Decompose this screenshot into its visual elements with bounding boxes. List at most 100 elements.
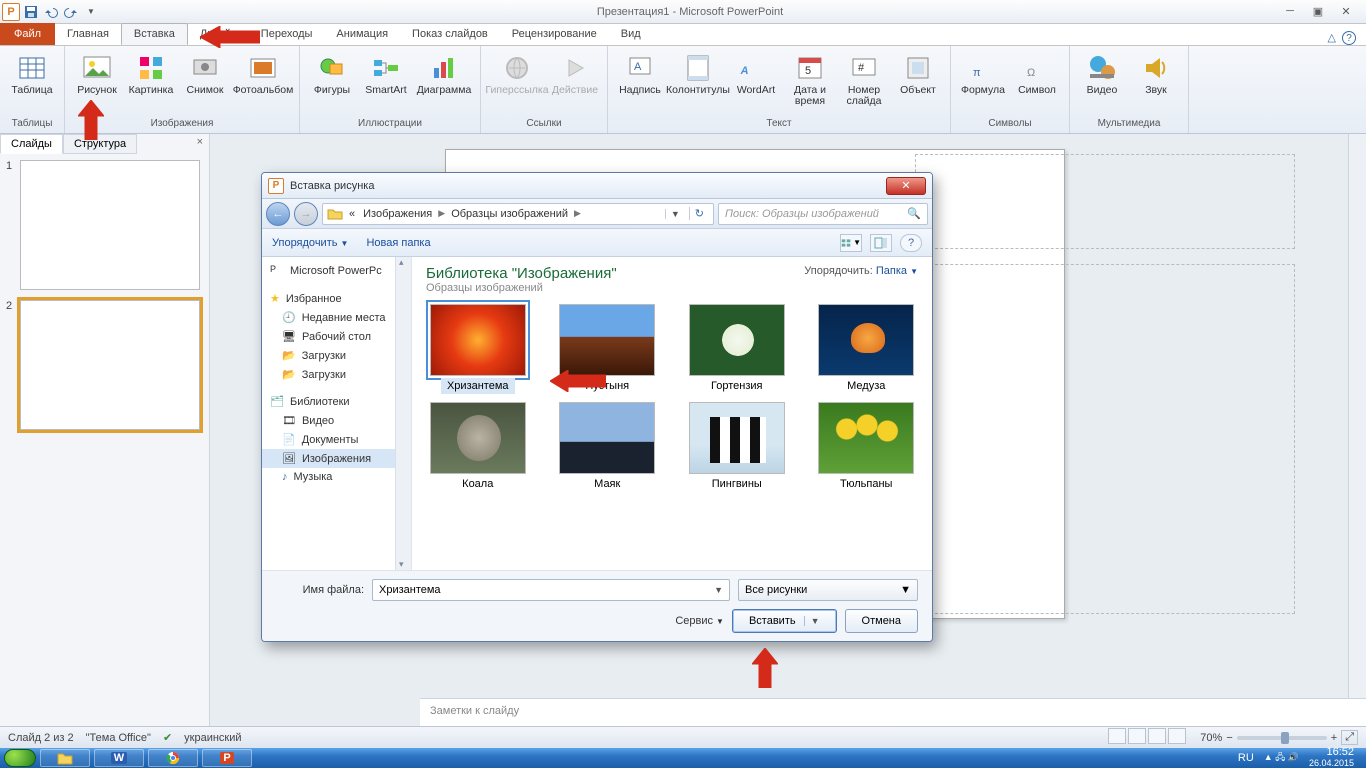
minimize-button[interactable]: ─ xyxy=(1280,5,1300,18)
file-item[interactable]: Медуза xyxy=(811,304,923,394)
start-button[interactable] xyxy=(4,749,36,767)
theme-indicator[interactable]: "Тема Office" xyxy=(86,732,151,744)
tab-review[interactable]: Рецензирование xyxy=(500,23,609,45)
taskbar-explorer[interactable] xyxy=(40,749,90,767)
tray-clock[interactable]: 16:5226.04.2015 xyxy=(1309,747,1354,769)
tree-video[interactable]: 🎞Видео xyxy=(262,411,411,430)
search-box[interactable]: Поиск: Образцы изображений 🔍 xyxy=(718,203,928,225)
file-filter[interactable]: Все рисунки▼ xyxy=(738,579,918,601)
object-button[interactable]: Объект xyxy=(892,48,944,96)
new-folder-button[interactable]: Новая папка xyxy=(366,237,430,249)
slide-thumb-2[interactable]: 2 xyxy=(6,300,203,430)
back-button[interactable]: ← xyxy=(266,202,290,226)
symbol-button[interactable]: ΩСимвол xyxy=(1011,48,1063,96)
chart-button[interactable]: Диаграмма xyxy=(414,48,474,96)
tree-downloads-2[interactable]: 📂Загрузки xyxy=(262,365,411,384)
content-placeholder[interactable] xyxy=(915,264,1295,614)
photoalbum-button[interactable]: Фотоальбом xyxy=(233,48,293,96)
chevron-down-icon[interactable]: ▼ xyxy=(804,616,820,626)
address-bar[interactable]: « Изображения ▶ Образцы изображений ▶ ▼ … xyxy=(322,203,714,225)
refresh-icon[interactable]: ↻ xyxy=(689,207,709,220)
tools-menu[interactable]: Сервис ▼ xyxy=(675,615,724,627)
tree-powerpoint[interactable]: PMicrosoft PowerPс xyxy=(262,261,411,281)
file-item[interactable]: Коала xyxy=(422,402,534,492)
file-item[interactable]: Хризантема xyxy=(422,304,534,394)
tab-file[interactable]: Файл xyxy=(0,23,55,45)
tab-view[interactable]: Вид xyxy=(609,23,653,45)
shapes-button[interactable]: Фигуры xyxy=(306,48,358,96)
minimize-ribbon-icon[interactable]: △ xyxy=(1328,31,1336,45)
maximize-button[interactable]: ▣ xyxy=(1308,5,1328,18)
textbox-button[interactable]: AНадпись xyxy=(614,48,666,96)
zoom-control[interactable]: 70% − + ⤢ xyxy=(1200,730,1358,745)
tree-documents[interactable]: 📄Документы xyxy=(262,430,411,449)
tab-slideshow[interactable]: Показ слайдов xyxy=(400,23,500,45)
smartart-button[interactable]: SmartArt xyxy=(360,48,412,96)
preview-pane-button[interactable] xyxy=(870,234,892,252)
filename-input[interactable]: Хризантема▼ xyxy=(372,579,730,601)
picture-button[interactable]: Рисунок xyxy=(71,48,123,96)
file-item[interactable]: Тюльпаны xyxy=(811,402,923,492)
taskbar-powerpoint[interactable]: P xyxy=(202,749,252,767)
table-button[interactable]: Таблица xyxy=(6,48,58,96)
forward-button[interactable]: → xyxy=(294,202,318,226)
tab-insert[interactable]: Вставка xyxy=(121,23,188,45)
panel-close-icon[interactable]: × xyxy=(191,134,209,154)
tab-home[interactable]: Главная xyxy=(55,23,121,45)
tree-images[interactable]: 🖼Изображения xyxy=(262,449,411,468)
tree-music[interactable]: ♪Музыка xyxy=(262,468,411,486)
organize-menu[interactable]: Упорядочить ▼ xyxy=(272,237,348,249)
file-item[interactable]: Пустыня xyxy=(552,304,664,394)
tree-downloads[interactable]: 📂Загрузки xyxy=(262,346,411,365)
slide-indicator[interactable]: Слайд 2 из 2 xyxy=(8,732,74,744)
tree-scrollbar[interactable] xyxy=(395,257,411,570)
sort-control[interactable]: Упорядочить: Папка ▼ xyxy=(804,265,918,277)
slidenum-button[interactable]: #Номер слайда xyxy=(838,48,890,107)
vertical-scrollbar[interactable] xyxy=(1348,134,1366,698)
equation-button[interactable]: πФормула xyxy=(957,48,1009,96)
spellcheck-icon[interactable]: ✔ xyxy=(163,731,172,744)
undo-icon[interactable] xyxy=(42,3,60,21)
datetime-button[interactable]: 5Дата и время xyxy=(784,48,836,107)
zoom-slider[interactable] xyxy=(1237,736,1327,740)
insert-button[interactable]: Вставить▼ xyxy=(732,609,837,633)
tree-desktop[interactable]: 🖥Рабочий стол xyxy=(262,327,411,346)
view-buttons[interactable] xyxy=(1108,728,1188,747)
language-indicator[interactable]: украинский xyxy=(184,732,241,744)
video-button[interactable]: Видео xyxy=(1076,48,1128,96)
help-button[interactable]: ? xyxy=(900,234,922,252)
title-placeholder[interactable] xyxy=(915,154,1295,249)
clipart-button[interactable]: Картинка xyxy=(125,48,177,96)
tab-transitions[interactable]: Переходы xyxy=(249,23,325,45)
file-item[interactable]: Пингвины xyxy=(681,402,793,492)
tree-favorites[interactable]: ★Избранное xyxy=(262,289,411,308)
outline-tab[interactable]: Структура xyxy=(63,134,137,154)
zoom-out-icon[interactable]: − xyxy=(1226,732,1232,744)
taskbar-word[interactable]: W xyxy=(94,749,144,767)
file-item[interactable]: Маяк xyxy=(552,402,664,492)
cancel-button[interactable]: Отмена xyxy=(845,609,918,633)
dialog-close-button[interactable]: ✕ xyxy=(886,177,926,195)
taskbar-chrome[interactable] xyxy=(148,749,198,767)
notes-pane[interactable]: Заметки к слайду xyxy=(420,698,1366,726)
close-button[interactable]: ✕ xyxy=(1336,5,1356,18)
slides-tab[interactable]: Слайды xyxy=(0,134,63,154)
view-mode-button[interactable]: ▼ xyxy=(840,234,862,252)
tree-recent[interactable]: 🕘Недавние места xyxy=(262,308,411,327)
tab-design[interactable]: Дизайн xyxy=(188,23,249,45)
keyboard-layout[interactable]: RU xyxy=(1238,752,1254,764)
tray-icons[interactable]: ▲ 🖧 🔊 xyxy=(1264,750,1299,766)
tree-libraries[interactable]: 🗂Библиотеки xyxy=(262,392,411,411)
audio-button[interactable]: Звук xyxy=(1130,48,1182,96)
slide-thumb-1[interactable]: 1 xyxy=(6,160,203,290)
chevron-down-icon[interactable]: ▼ xyxy=(900,584,911,596)
screenshot-button[interactable]: Снимок xyxy=(179,48,231,96)
chevron-down-icon[interactable]: ▼ xyxy=(714,585,723,595)
help-icon[interactable]: ? xyxy=(1342,31,1356,45)
qat-dropdown-icon[interactable]: ▼ xyxy=(82,3,100,21)
redo-icon[interactable] xyxy=(62,3,80,21)
tab-animation[interactable]: Анимация xyxy=(324,23,400,45)
zoom-in-icon[interactable]: + xyxy=(1331,732,1337,744)
fit-slide-icon[interactable]: ⤢ xyxy=(1341,730,1358,745)
headerfooter-button[interactable]: Колонтитулы xyxy=(668,48,728,96)
